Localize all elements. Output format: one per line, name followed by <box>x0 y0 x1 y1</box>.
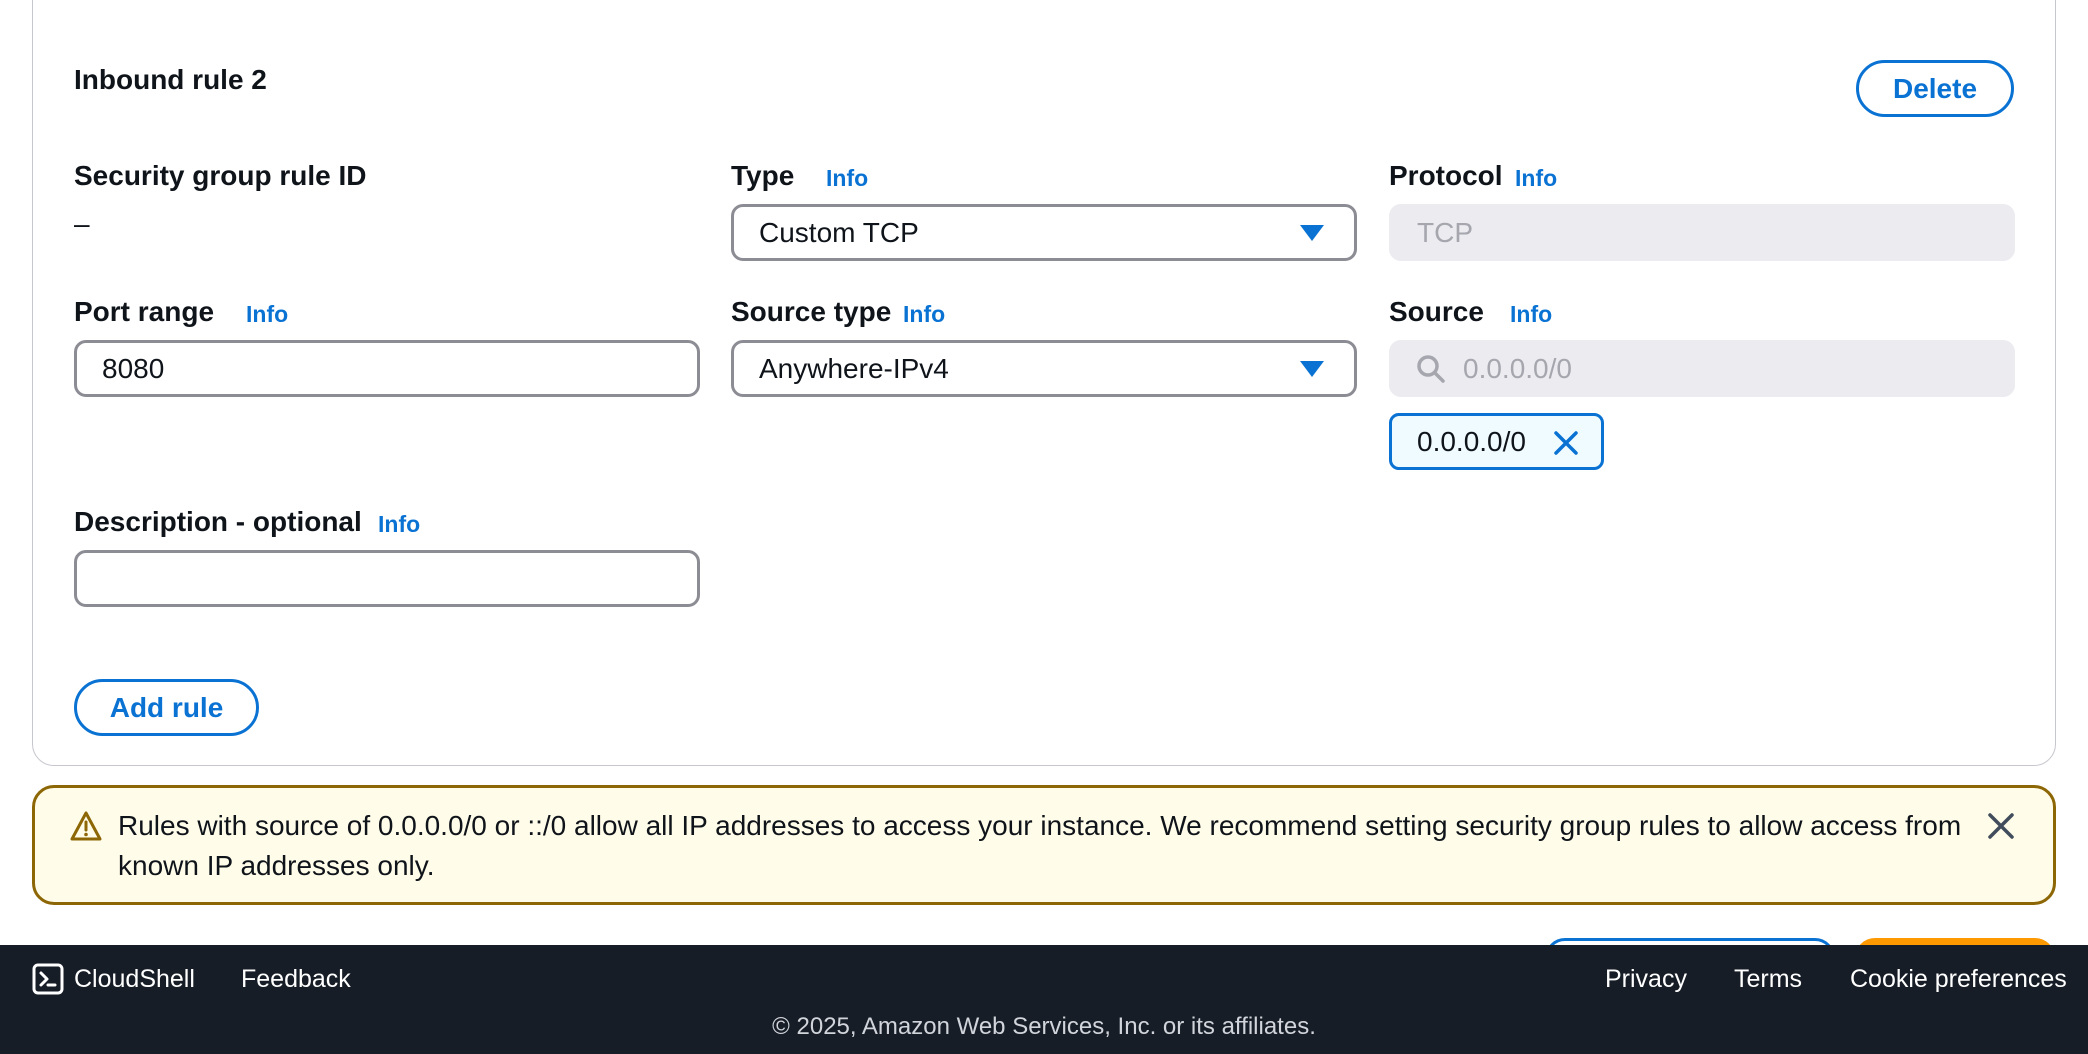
protocol-value: TCP <box>1417 216 1473 248</box>
delete-button[interactable]: Delete <box>1856 60 2014 117</box>
source-search-input[interactable]: 0.0.0.0/0 <box>1389 340 2015 397</box>
type-select-value: Custom TCP <box>759 216 919 248</box>
add-rule-button[interactable]: Add rule <box>74 679 259 736</box>
cookie-preferences-link[interactable]: Cookie preferences <box>1850 965 2067 994</box>
alert-message: Rules with source of 0.0.0.0/0 or ::/0 a… <box>118 810 1962 881</box>
source-type-info-link[interactable]: Info <box>903 301 945 328</box>
copyright: © 2025, Amazon Web Services, Inc. or its… <box>772 1013 1316 1040</box>
source-type-select[interactable]: Anywhere-IPv4 <box>731 340 1357 397</box>
source-type-label: Source type <box>731 296 892 327</box>
source-token-label: 0.0.0.0/0 <box>1417 425 1526 457</box>
cloudshell-icon[interactable] <box>32 963 64 995</box>
dismiss-alert-icon[interactable] <box>1987 812 2015 840</box>
sg-rule-id-label: Security group rule ID <box>74 160 367 191</box>
port-range-label: Port range <box>74 296 215 327</box>
privacy-link[interactable]: Privacy <box>1605 965 1687 994</box>
port-range-info-link[interactable]: Info <box>246 301 288 328</box>
source-token: 0.0.0.0/0 <box>1389 413 1604 470</box>
close-icon[interactable] <box>1553 430 1579 456</box>
terms-link[interactable]: Terms <box>1734 965 1802 994</box>
warning-alert: Rules with source of 0.0.0.0/0 or ::/0 a… <box>32 785 2056 905</box>
cloudshell-link[interactable]: CloudShell <box>74 965 195 994</box>
sg-rule-id-value: – <box>74 208 90 239</box>
source-placeholder: 0.0.0.0/0 <box>1463 352 1572 384</box>
source-label: Source <box>1389 296 1484 327</box>
type-select[interactable]: Custom TCP <box>731 204 1357 261</box>
warning-icon <box>70 811 102 841</box>
type-label: Type <box>731 160 795 191</box>
description-info-link[interactable]: Info <box>378 511 420 538</box>
type-info-link[interactable]: Info <box>826 165 868 192</box>
source-info-link[interactable]: Info <box>1510 301 1552 328</box>
source-type-select-value: Anywhere-IPv4 <box>759 352 949 384</box>
description-label: Description - optional <box>74 506 362 537</box>
rule-title: Inbound rule 2 <box>74 64 267 95</box>
caret-down-icon <box>1300 225 1324 241</box>
description-input[interactable] <box>74 550 700 607</box>
protocol-field: TCP <box>1389 204 2015 261</box>
search-icon <box>1417 354 1445 383</box>
protocol-label: Protocol <box>1389 160 1503 191</box>
protocol-info-link[interactable]: Info <box>1515 165 1557 192</box>
port-range-value: 8080 <box>102 352 165 384</box>
caret-down-icon <box>1300 361 1324 377</box>
console-footer: CloudShell Feedback Privacy Terms Cookie… <box>0 945 2088 1054</box>
feedback-link[interactable]: Feedback <box>241 965 351 994</box>
port-range-input[interactable]: 8080 <box>74 340 700 397</box>
